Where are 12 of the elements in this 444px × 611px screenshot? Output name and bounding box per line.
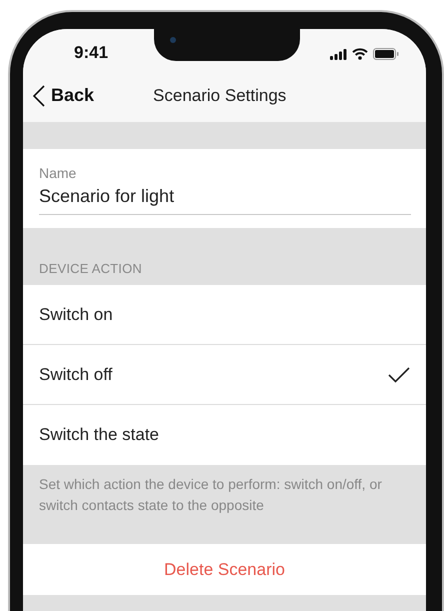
chevron-left-icon (33, 84, 45, 106)
signal-icon (330, 48, 347, 60)
back-button[interactable]: Back (33, 84, 94, 106)
footnote-text: Set which action the device to perform: switch on/off, or switch contacts state to the opposite (39, 475, 383, 515)
delete-scenario-button[interactable]: Delete Scenario (23, 544, 426, 595)
screen-title: Scenario Settings (153, 86, 286, 106)
option-row[interactable]: Switch the state (23, 405, 426, 465)
battery-icon (373, 48, 399, 60)
section-header: DEVICE ACTION (39, 261, 142, 276)
wifi-icon (352, 48, 368, 60)
status-time: 9:41 (74, 43, 108, 63)
name-input-field[interactable]: Name Scenario for light (39, 165, 411, 215)
